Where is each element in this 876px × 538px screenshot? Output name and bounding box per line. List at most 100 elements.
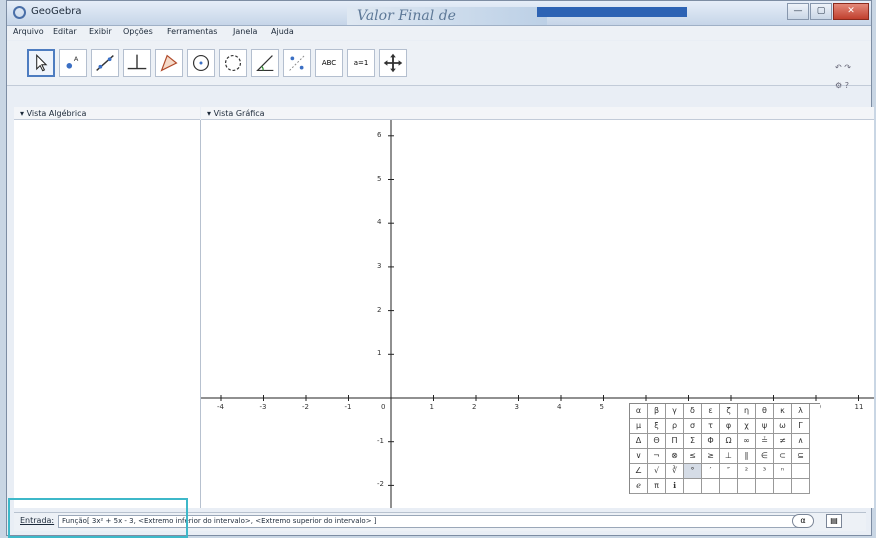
keyboard-key[interactable]: Δ	[630, 434, 648, 449]
keyboard-key[interactable]	[774, 479, 792, 494]
point-tool-icon: A	[66, 55, 79, 69]
keyboard-key[interactable]: ρ	[666, 419, 684, 434]
keyboard-key[interactable]: τ	[702, 419, 720, 434]
keyboard-key[interactable]: ω	[774, 419, 792, 434]
keyboard-key[interactable]: ∞	[738, 434, 756, 449]
keyboard-key[interactable]	[756, 479, 774, 494]
point-tool-button[interactable]: A	[59, 49, 87, 77]
angle-tool-button[interactable]	[251, 49, 279, 77]
keyboard-key[interactable]: ⊥	[720, 449, 738, 464]
x-tick-label: 3	[514, 403, 519, 411]
keyboard-key[interactable]: δ	[684, 404, 702, 419]
perpendicular-tool-button[interactable]	[123, 49, 151, 77]
circle-tool-button[interactable]	[187, 49, 215, 77]
keyboard-key[interactable]: ∨	[630, 449, 648, 464]
menu-arquivo[interactable]: Arquivo	[13, 27, 44, 36]
menu-janela[interactable]: Janela	[233, 27, 257, 36]
keyboard-key[interactable]: ζ	[720, 404, 738, 419]
keyboard-key[interactable]: ≥	[702, 449, 720, 464]
graphics-view-header[interactable]: ▾ Vista Gráfica	[201, 107, 874, 120]
keyboard-key[interactable]: π	[648, 479, 666, 494]
keyboard-key[interactable]: ²	[738, 464, 756, 479]
menu-ajuda[interactable]: Ajuda	[271, 27, 294, 36]
keyboard-key[interactable]: ℯ	[630, 479, 648, 494]
menu-opcoes[interactable]: Opções	[123, 27, 153, 36]
keyboard-key[interactable]	[684, 479, 702, 494]
keyboard-key[interactable]: ∛	[666, 464, 684, 479]
keyboard-key[interactable]: ≤	[684, 449, 702, 464]
keyboard-key[interactable]: ⊂	[774, 449, 792, 464]
keyboard-key[interactable]: ⊆	[792, 449, 810, 464]
y-tick-label: -2	[377, 480, 384, 489]
slider-tool-button[interactable]: a=1	[347, 49, 375, 77]
angle-tool-icon	[256, 55, 274, 72]
menu-exibir[interactable]: Exibir	[89, 27, 112, 36]
keyboard-key[interactable]: ε	[702, 404, 720, 419]
keyboard-key[interactable]: ≟	[756, 434, 774, 449]
algebra-view-title: Vista Algébrica	[26, 109, 87, 118]
keyboard-key[interactable]	[702, 479, 720, 494]
undo-redo-icon[interactable]: ↶ ↷	[835, 63, 855, 73]
keyboard-key[interactable]: Γ	[792, 419, 810, 434]
keyboard-key[interactable]: Π	[666, 434, 684, 449]
keyboard-key[interactable]: Φ	[702, 434, 720, 449]
keyboard-key[interactable]: ψ	[756, 419, 774, 434]
minimize-button[interactable]: —	[787, 3, 809, 20]
close-button[interactable]: ✕	[833, 3, 869, 20]
keyboard-key[interactable]: ∠	[630, 464, 648, 479]
polygon-tool-button[interactable]	[155, 49, 183, 77]
keyboard-key[interactable]: ″	[720, 464, 738, 479]
keyboard-key[interactable]	[720, 479, 738, 494]
keyboard-key[interactable]: ∥	[738, 449, 756, 464]
alpha-symbols-button[interactable]: α	[792, 514, 814, 528]
algebra-view[interactable]	[14, 120, 201, 508]
keyboard-key[interactable]: α	[630, 404, 648, 419]
conic-tool-button[interactable]	[219, 49, 247, 77]
keyboard-key[interactable]: Θ	[648, 434, 666, 449]
text-tool-button[interactable]: ABC	[315, 49, 343, 77]
keyboard-key[interactable]: ξ	[648, 419, 666, 434]
y-tick-label: 4	[377, 218, 382, 227]
move-tool-button[interactable]	[27, 49, 55, 77]
keyboard-key[interactable]: ′	[702, 464, 720, 479]
keyboard-key[interactable]: ⁿ	[774, 464, 792, 479]
keyboard-row: Δ Θ Π Σ Φ Ω ∞ ≟ ≠ ∧	[630, 434, 820, 449]
keyboard-key[interactable]	[738, 479, 756, 494]
keyboard-key[interactable]: √	[648, 464, 666, 479]
keyboard-key[interactable]: β	[648, 404, 666, 419]
move-graphics-tool-button[interactable]	[379, 49, 407, 77]
command-table-icon[interactable]: ▤	[826, 514, 842, 528]
keyboard-key[interactable]: φ	[720, 419, 738, 434]
input-label[interactable]: Entrada:	[20, 516, 54, 525]
keyboard-key[interactable]: σ	[684, 419, 702, 434]
window-title: GeoGebra	[31, 6, 82, 17]
keyboard-key[interactable]: ¬	[648, 449, 666, 464]
keyboard-key[interactable]: Ω	[720, 434, 738, 449]
line-tool-button[interactable]	[91, 49, 119, 77]
keyboard-key[interactable]: ∈	[756, 449, 774, 464]
keyboard-key[interactable]: ³	[756, 464, 774, 479]
maximize-button[interactable]: ▢	[810, 3, 832, 20]
keyboard-key[interactable]	[792, 479, 810, 494]
input-field[interactable]: Função[ 3x² + 5x - 3, <Extremo inferior …	[58, 515, 798, 528]
keyboard-key[interactable]: Σ	[684, 434, 702, 449]
keyboard-key[interactable]: °	[684, 464, 702, 479]
keyboard-key[interactable]: ≠	[774, 434, 792, 449]
algebra-view-header[interactable]: ▾ Vista Algébrica	[14, 107, 200, 120]
keyboard-key[interactable]: ℹ	[666, 479, 684, 494]
keyboard-key[interactable]: κ	[774, 404, 792, 419]
reflect-tool-button[interactable]	[283, 49, 311, 77]
graphics-view-title: Vista Gráfica	[213, 109, 265, 118]
menu-ferramentas[interactable]: Ferramentas	[167, 27, 217, 36]
keyboard-key[interactable]	[792, 464, 810, 479]
keyboard-key[interactable]: γ	[666, 404, 684, 419]
menu-editar[interactable]: Editar	[53, 27, 77, 36]
keyboard-key[interactable]: ∧	[792, 434, 810, 449]
keyboard-key[interactable]: χ	[738, 419, 756, 434]
keyboard-key[interactable]: η	[738, 404, 756, 419]
settings-help-icon[interactable]: ⚙ ?	[835, 81, 855, 91]
keyboard-key[interactable]: λ	[792, 404, 810, 419]
keyboard-key[interactable]: θ	[756, 404, 774, 419]
keyboard-key[interactable]: ⊗	[666, 449, 684, 464]
keyboard-key[interactable]: μ	[630, 419, 648, 434]
